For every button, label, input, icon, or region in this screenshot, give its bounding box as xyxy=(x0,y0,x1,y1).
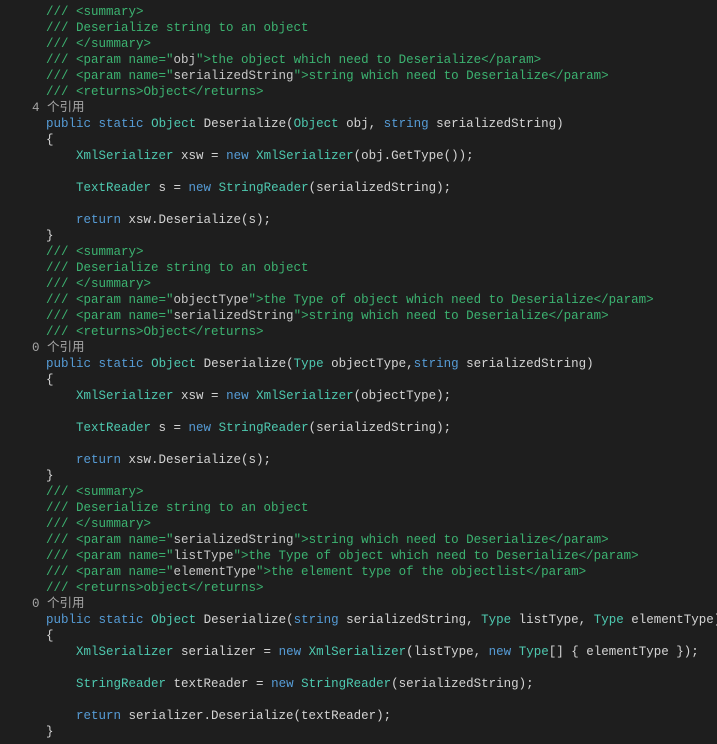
brace-open: { xyxy=(0,372,717,388)
doc-comment: /// <summary> xyxy=(0,244,717,260)
doc-comment: /// <returns>Object</returns> xyxy=(0,84,717,100)
brace-open: { xyxy=(0,132,717,148)
code-line: return xsw.Deserialize(s); xyxy=(0,452,717,468)
codelens-refs[interactable]: 0 个引用 xyxy=(0,596,717,612)
doc-comment: /// <param name="objectType">the Type of… xyxy=(0,292,717,308)
method-signature: public static Object Deserialize(string … xyxy=(0,612,717,628)
doc-comment: /// <returns>Object</returns> xyxy=(0,324,717,340)
blank-line xyxy=(0,196,717,212)
doc-comment: /// Deserialize string to an object xyxy=(0,500,717,516)
code-line: XmlSerializer xsw = new XmlSerializer(ob… xyxy=(0,148,717,164)
code-line: return xsw.Deserialize(s); xyxy=(0,212,717,228)
doc-comment: /// <summary> xyxy=(0,484,717,500)
doc-comment: /// <param name="listType">the Type of o… xyxy=(0,548,717,564)
doc-comment: /// Deserialize string to an object xyxy=(0,260,717,276)
blank-line xyxy=(0,164,717,180)
blank-line xyxy=(0,404,717,420)
doc-comment: /// <param name="obj">the object which n… xyxy=(0,52,717,68)
codelens-refs[interactable]: 4 个引用 xyxy=(0,100,717,116)
doc-comment: /// <param name="serializedString">strin… xyxy=(0,532,717,548)
blank-line xyxy=(0,692,717,708)
method-signature: public static Object Deserialize(Type ob… xyxy=(0,356,717,372)
brace-close: } xyxy=(0,228,717,244)
doc-comment: /// <param name="serializedString">strin… xyxy=(0,68,717,84)
code-line: XmlSerializer xsw = new XmlSerializer(ob… xyxy=(0,388,717,404)
doc-comment: /// Deserialize string to an object xyxy=(0,20,717,36)
code-editor[interactable]: /// <summary> /// Deserialize string to … xyxy=(0,0,717,744)
doc-comment: /// <returns>object</returns> xyxy=(0,580,717,596)
code-line: StringReader textReader = new StringRead… xyxy=(0,676,717,692)
brace-close: } xyxy=(0,724,717,740)
code-line: XmlSerializer serializer = new XmlSerial… xyxy=(0,644,717,660)
brace-open: { xyxy=(0,628,717,644)
doc-comment: /// <param name="serializedString">strin… xyxy=(0,308,717,324)
method-signature: public static Object Deserialize(Object … xyxy=(0,116,717,132)
code-line: return serializer.Deserialize(textReader… xyxy=(0,708,717,724)
brace-close: } xyxy=(0,468,717,484)
doc-comment: /// <summary> xyxy=(0,4,717,20)
blank-line xyxy=(0,660,717,676)
code-line: TextReader s = new StringReader(serializ… xyxy=(0,420,717,436)
doc-comment: /// <param name="elementType">the elemen… xyxy=(0,564,717,580)
doc-comment: /// </summary> xyxy=(0,276,717,292)
doc-comment: /// </summary> xyxy=(0,516,717,532)
codelens-refs[interactable]: 0 个引用 xyxy=(0,340,717,356)
code-line: TextReader s = new StringReader(serializ… xyxy=(0,180,717,196)
blank-line xyxy=(0,436,717,452)
doc-comment: /// </summary> xyxy=(0,36,717,52)
